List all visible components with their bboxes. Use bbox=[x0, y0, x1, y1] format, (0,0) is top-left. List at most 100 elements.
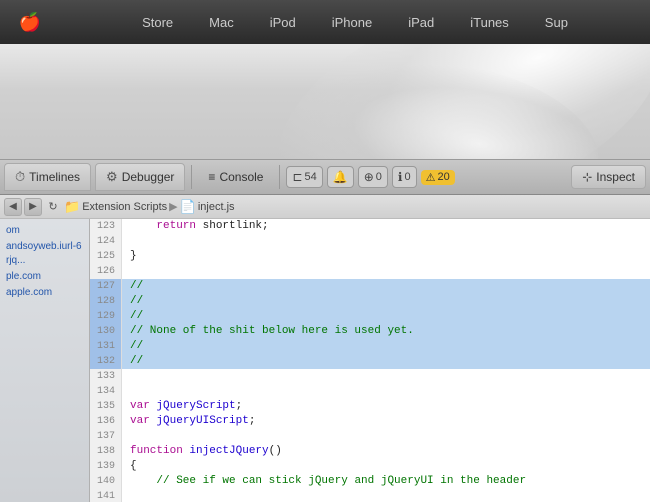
line-num-131: 131 bbox=[90, 339, 122, 354]
warn-icon: ⚠ bbox=[426, 171, 436, 184]
code-line-129: 129 // bbox=[90, 309, 650, 324]
code-line-133: 133 bbox=[90, 369, 650, 384]
line-content-124 bbox=[122, 234, 137, 249]
line-content-127: // bbox=[122, 279, 143, 294]
badge-b0: ⊕ 0 bbox=[358, 166, 388, 188]
badge-54-count: 54 bbox=[305, 171, 317, 183]
line-num-138: 138 bbox=[90, 444, 122, 459]
line-content-131: // bbox=[122, 339, 143, 354]
code-line-123: 123 return shortlink; bbox=[90, 219, 650, 234]
console-icon: ≡ bbox=[208, 170, 215, 184]
i0-icon: ℹ bbox=[398, 170, 403, 184]
line-content-125: } bbox=[122, 249, 137, 264]
sidebar: om andsoyweb.iurl-6rjq... ple.com apple.… bbox=[0, 219, 90, 502]
code-line-127: 127 // bbox=[90, 279, 650, 294]
tab-timelines[interactable]: ⏱ Timelines bbox=[4, 163, 91, 191]
apple-logo[interactable]: 🍎 bbox=[0, 12, 60, 33]
nav-sup[interactable]: Sup bbox=[527, 0, 586, 44]
nav-store[interactable]: Store bbox=[124, 0, 191, 44]
code-line-139: 139 { bbox=[90, 459, 650, 474]
forward-button[interactable]: ▶ bbox=[24, 198, 42, 216]
line-num-141: 141 bbox=[90, 489, 122, 502]
i0-count: 0 bbox=[404, 171, 410, 183]
nav-ipod[interactable]: iPod bbox=[252, 0, 314, 44]
line-content-129: // bbox=[122, 309, 143, 324]
back-button[interactable]: ◀ bbox=[4, 198, 22, 216]
line-num-126: 126 bbox=[90, 264, 122, 279]
sidebar-item-andsoyweb[interactable]: andsoyweb.iurl-6rjq... bbox=[0, 239, 89, 269]
debugger-icon: ⚙ bbox=[106, 169, 118, 185]
code-line-137: 137 bbox=[90, 429, 650, 444]
line-num-125: 125 bbox=[90, 249, 122, 264]
line-content-132: // bbox=[122, 354, 143, 369]
line-num-132: 132 bbox=[90, 354, 122, 369]
line-num-134: 134 bbox=[90, 384, 122, 399]
toolbar-divider2 bbox=[279, 165, 280, 189]
nav-ipad[interactable]: iPad bbox=[390, 0, 452, 44]
inspect-label: Inspect bbox=[596, 170, 635, 184]
sidebar-item-ple[interactable]: ple.com bbox=[0, 269, 89, 285]
line-content-133 bbox=[122, 369, 137, 384]
line-content-139: { bbox=[122, 459, 137, 474]
timelines-icon: ⏱ bbox=[15, 169, 25, 185]
line-content-123: return shortlink; bbox=[122, 219, 269, 234]
main-area: om andsoyweb.iurl-6rjq... ple.com apple.… bbox=[0, 219, 650, 502]
line-num-128: 128 bbox=[90, 294, 122, 309]
line-content-126 bbox=[122, 264, 137, 279]
sidebar-item-apple[interactable]: apple.com bbox=[0, 285, 89, 301]
tab-debugger[interactable]: ⚙ Debugger bbox=[95, 163, 185, 191]
breadcrumb-sep: ▶ bbox=[169, 200, 177, 213]
line-num-139: 139 bbox=[90, 459, 122, 474]
line-num-133: 133 bbox=[90, 369, 122, 384]
refresh-button[interactable]: ↻ bbox=[44, 198, 62, 216]
badge-alert: 🔔 bbox=[327, 166, 354, 188]
line-num-130: 130 bbox=[90, 324, 122, 339]
sidebar-item-om[interactable]: om bbox=[0, 223, 89, 239]
line-content-138: function injectJQuery() bbox=[122, 444, 282, 459]
badge-i0: ℹ 0 bbox=[392, 166, 417, 188]
code-line-138: 138 function injectJQuery() bbox=[90, 444, 650, 459]
code-line-130: 130 // None of the shit below here is us… bbox=[90, 324, 650, 339]
line-content-128: // bbox=[122, 294, 143, 309]
line-num-137: 137 bbox=[90, 429, 122, 444]
breadcrumb-file: inject.js bbox=[198, 201, 235, 213]
tab-console[interactable]: ≡ Console bbox=[198, 167, 273, 187]
line-content-141 bbox=[122, 489, 137, 502]
line-num-136: 136 bbox=[90, 414, 122, 429]
nav-iphone[interactable]: iPhone bbox=[314, 0, 390, 44]
breadcrumb-folder: Extension Scripts bbox=[82, 201, 167, 213]
b0-count: 0 bbox=[376, 171, 382, 183]
line-num-127: 127 bbox=[90, 279, 122, 294]
nav-itunes[interactable]: iTunes bbox=[452, 0, 527, 44]
inspect-button[interactable]: ⊹ Inspect bbox=[571, 165, 646, 189]
code-line-134: 134 bbox=[90, 384, 650, 399]
line-content-130: // None of the shit below here is used y… bbox=[122, 324, 414, 339]
line-content-135: var jQueryScript; bbox=[122, 399, 242, 414]
nav-mac[interactable]: Mac bbox=[191, 0, 252, 44]
tab-timelines-label: Timelines bbox=[29, 170, 80, 184]
tab-console-label: Console bbox=[219, 170, 263, 184]
inspect-icon: ⊹ bbox=[582, 170, 592, 184]
breadcrumb-bar: ◀ ▶ ↻ 📁 Extension Scripts ▶ 📄 inject.js bbox=[0, 195, 650, 219]
code-line-131: 131 // bbox=[90, 339, 650, 354]
line-content-140: // See if we can stick jQuery and jQuery… bbox=[122, 474, 526, 489]
badge-54: ⊏ 54 bbox=[286, 166, 322, 188]
b0-icon: ⊕ bbox=[364, 170, 374, 184]
line-num-123: 123 bbox=[90, 219, 122, 234]
line-content-134 bbox=[122, 384, 137, 399]
line-num-129: 129 bbox=[90, 309, 122, 324]
line-content-137 bbox=[122, 429, 137, 444]
line-num-135: 135 bbox=[90, 399, 122, 414]
alert-icon: 🔔 bbox=[333, 170, 348, 184]
toolbar: ⏱ Timelines ⚙ Debugger ≡ Console ⊏ 54 🔔 … bbox=[0, 159, 650, 195]
apple-nav: 🍎 Store Mac iPod iPhone iPad iTunes Sup bbox=[0, 0, 650, 44]
code-editor[interactable]: 123 return shortlink; 124 125 } 126 127 … bbox=[90, 219, 650, 502]
tab-debugger-label: Debugger bbox=[122, 170, 175, 184]
code-line-135: 135 var jQueryScript; bbox=[90, 399, 650, 414]
code-line-136: 136 var jQueryUIScript; bbox=[90, 414, 650, 429]
hero-area bbox=[0, 44, 650, 159]
badge-warn: ⚠ 20 bbox=[421, 170, 455, 185]
toolbar-divider bbox=[191, 165, 192, 189]
line-num-124: 124 bbox=[90, 234, 122, 249]
file-icon: 📄 bbox=[180, 199, 196, 215]
